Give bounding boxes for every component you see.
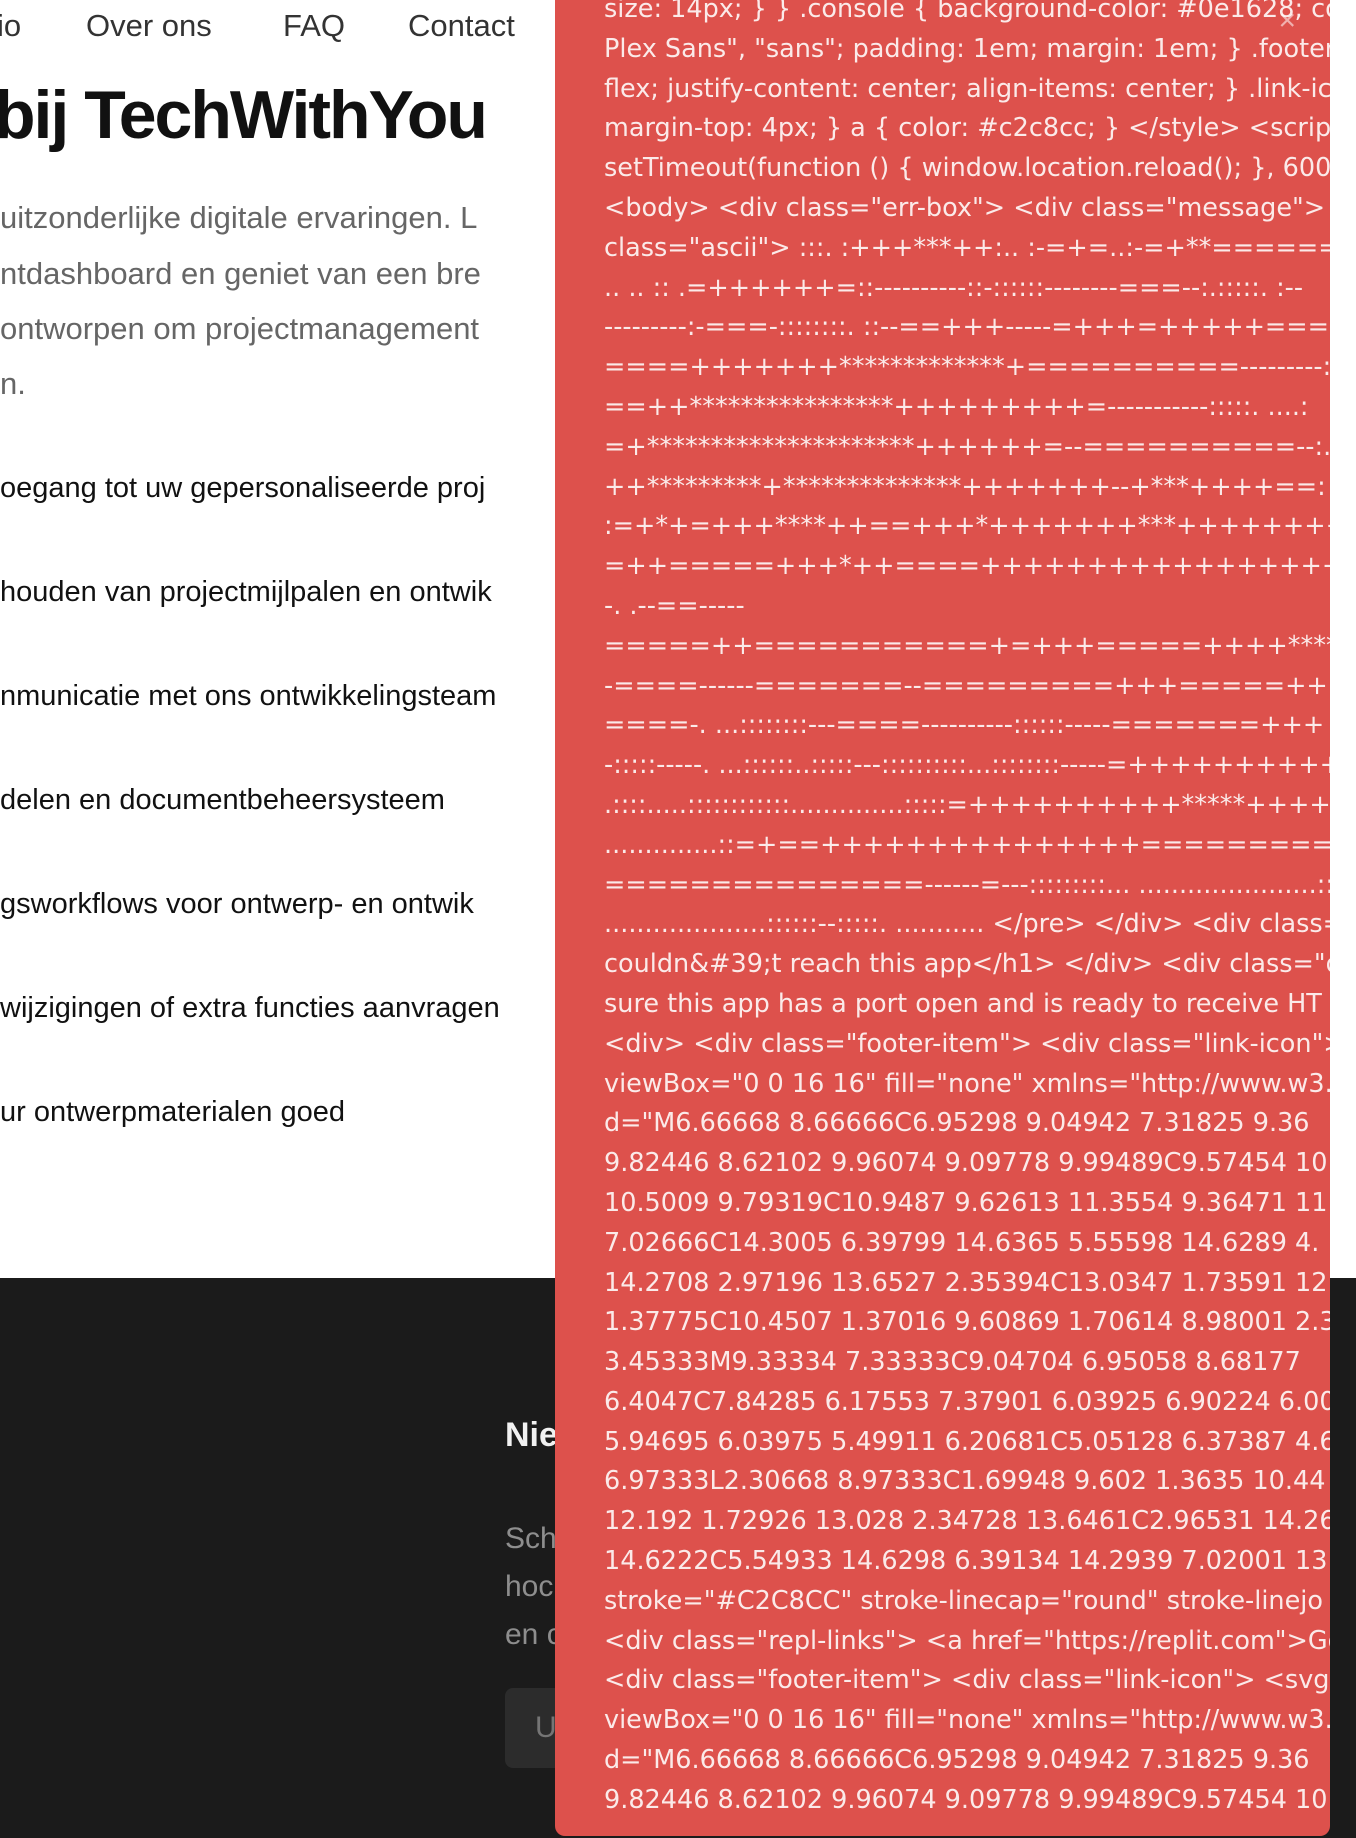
source-line: 9.82446 8.62102 9.96074 9.09778 9.99489C… <box>604 1784 1328 1815</box>
source-line: class="ascii"> :::. :+++***++:.. :-=+=..… <box>604 232 1330 263</box>
error-overlay: × size: 14px; } } .console { background-… <box>555 0 1330 1836</box>
source-line: stroke="#C2C8CC" stroke-linecap="round" … <box>604 1585 1323 1616</box>
source-line: .::::.....::::::::::::..............::::… <box>604 789 1330 820</box>
feature-item: wijzigingen of extra functies aanvragen <box>0 992 500 1024</box>
hero-description-line: n. <box>0 366 26 401</box>
feature-item: oegang tot uw gepersonaliseerde proj <box>0 472 486 504</box>
source-line: couldn&#39;t reach this app</h1> </div> … <box>604 949 1330 980</box>
source-line: d="M6.66668 8.66666C6.95298 9.04942 7.31… <box>604 1108 1310 1139</box>
nav-link-portfolio[interactable]: io <box>0 8 21 44</box>
newsletter-text-line: Sch <box>505 1522 557 1555</box>
source-line: 6.4047C7.84285 6.17553 7.37901 6.03925 6… <box>604 1386 1330 1417</box>
feature-item: delen en documentbeheersysteem <box>0 784 445 816</box>
hero-title: bij TechWithYou <box>0 77 488 153</box>
source-line: ....................::::::--:::::. .....… <box>604 909 1330 940</box>
nav-link-contact[interactable]: Contact <box>408 8 515 44</box>
source-line: Plex Sans", "sans"; padding: 1em; margin… <box>604 33 1330 64</box>
source-line: ++*********+**************+++++++--+***+… <box>604 471 1330 502</box>
error-page-source: size: 14px; } } .console { background-co… <box>604 0 1330 1821</box>
source-line: 10.5009 9.79319C10.9487 9.62613 11.3554 … <box>604 1187 1330 1218</box>
source-line: ==++****************+++++++++=----------… <box>604 391 1309 422</box>
source-line: setTimeout(function () { window.location… <box>604 153 1330 184</box>
source-line: 3.45333M9.33334 7.33333C9.04704 6.95058 … <box>604 1347 1301 1378</box>
source-line: <div> <div class="footer-item"> <div cla… <box>604 1028 1330 1059</box>
source-line: ===============------=---:::::::::... ..… <box>604 869 1330 900</box>
source-line: <div class="repl-links"> <a href="https:… <box>604 1625 1330 1656</box>
source-line: =++=====+++*++====++++++++++++++++++=+++… <box>604 551 1330 582</box>
source-line: ---------:-===-::::::::. ::--==+++-----=… <box>604 312 1330 343</box>
source-line: sure this app has a port open and is rea… <box>604 988 1322 1019</box>
source-line: =====++===========+=+++=====++++********… <box>604 630 1330 661</box>
feature-item: nmunicatie met ons ontwikkelingsteam <box>0 680 497 712</box>
newsletter-text-line: hoc <box>505 1570 554 1603</box>
source-line: =+*********************++++++=--========… <box>604 431 1330 462</box>
source-line: -:::::-----. ...::::::..:::::---::::::::… <box>604 750 1330 781</box>
nav-link-over-ons[interactable]: Over ons <box>86 8 212 44</box>
hero-description-line: ontworpen om projectmanagement <box>0 311 480 346</box>
source-line: viewBox="0 0 16 16" fill="none" xmlns="h… <box>604 1705 1330 1736</box>
newsletter-heading: Nie <box>505 1416 558 1454</box>
source-line: margin-top: 4px; } a { color: #c2c8cc; }… <box>604 113 1330 144</box>
source-line: flex; justify-content: center; align-ite… <box>604 73 1330 104</box>
source-line: size: 14px; } } .console { background-co… <box>604 0 1330 24</box>
feature-item: houden van projectmijlpalen en ontwik <box>0 576 492 608</box>
feature-item: gsworkflows voor ontwerp- en ontwik <box>0 888 474 920</box>
hero-description-line: uitzonderlijke digitale ervaringen. L <box>0 200 478 235</box>
source-line: ====-. ...::::::::---====----------:::::… <box>604 710 1325 741</box>
source-line: 12.192 1.72926 13.028 2.34728 13.6461C2.… <box>604 1506 1330 1537</box>
source-line: ====+++++++*************+==========-----… <box>604 352 1330 383</box>
source-line: 6.97333L2.30668 8.97333C1.69948 9.602 1.… <box>604 1466 1326 1497</box>
source-line: 14.6222C5.54933 14.6298 6.39134 14.2939 … <box>604 1546 1330 1577</box>
source-line: 14.2708 2.97196 13.6527 2.35394C13.0347 … <box>604 1267 1330 1298</box>
newsletter-text-line: en c <box>505 1618 562 1651</box>
source-line: <body> <div class="err-box"> <div class=… <box>604 192 1330 223</box>
source-line: ..............::=+==+++++++++++++++=====… <box>604 829 1330 860</box>
source-line: -====------=======--=========+++=====+++… <box>604 670 1330 701</box>
source-line: 1.37775C10.4507 1.37016 9.60869 1.70614 … <box>604 1307 1330 1338</box>
feature-item: ur ontwerpmaterialen goed <box>0 1096 345 1128</box>
source-line: <div class="footer-item"> <div class="li… <box>604 1665 1330 1696</box>
source-line: :=+*+=+++****++==+++*+++++++***+++++++++… <box>604 511 1330 542</box>
source-line: 9.82446 8.62102 9.96074 9.09778 9.99489C… <box>604 1148 1328 1179</box>
hero-description-line: ntdashboard en geniet van een bre <box>0 256 481 291</box>
source-line: 5.94695 6.03975 5.49911 6.20681C5.05128 … <box>604 1426 1330 1457</box>
nav-link-faq[interactable]: FAQ <box>283 8 345 44</box>
source-line: .. .. :: .=++++++=::----------::-::::::-… <box>604 272 1304 303</box>
source-line: 7.02666C14.3005 6.39799 14.6365 5.55598 … <box>604 1227 1320 1258</box>
source-line: viewBox="0 0 16 16" fill="none" xmlns="h… <box>604 1068 1330 1099</box>
source-line: -. .--==----- <box>604 590 745 621</box>
source-line: d="M6.66668 8.66666C6.95298 9.04942 7.31… <box>604 1745 1310 1776</box>
